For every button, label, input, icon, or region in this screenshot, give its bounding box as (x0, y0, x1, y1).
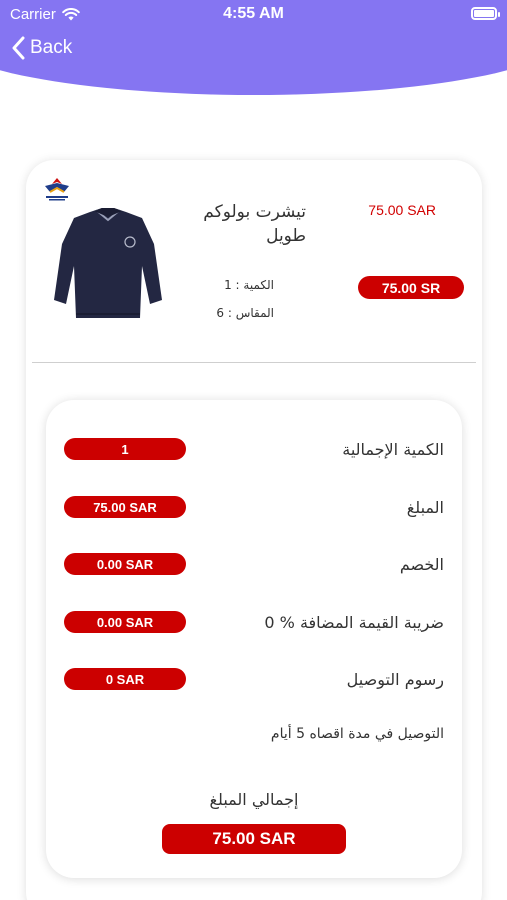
total-label: إجمالي المبلغ (209, 790, 299, 809)
item-quantity: الكمية : 1 (224, 278, 274, 292)
product-image (54, 208, 162, 318)
item-price-badge: 75.00 SR (358, 276, 464, 299)
summary-label: ضريبة القيمة المضافة % 0 (264, 613, 444, 632)
product-name: تيشرت بولوكم طويل (203, 202, 306, 246)
order-summary: الكمية الإجمالية 1 المبلغ 75.00 SAR الخص… (46, 400, 462, 878)
summary-label: رسوم التوصيل (346, 670, 444, 689)
delivery-note: التوصيل في مدة اقصاه 5 أيام (270, 726, 444, 742)
header: Carrier 4:55 AM Back (0, 0, 507, 100)
summary-label: المبلغ (406, 498, 444, 517)
back-button[interactable]: Back (12, 36, 72, 60)
summary-value: 75.00 SAR (64, 496, 186, 518)
summary-value: 1 (64, 438, 186, 460)
summary-label: الخصم (399, 555, 444, 574)
summary-value: 0.00 SAR (64, 553, 186, 575)
summary-row-amount: المبلغ 75.00 SAR (46, 494, 462, 524)
back-label: Back (30, 37, 73, 58)
summary-value: 0 SAR (64, 668, 186, 690)
brand-logo-icon (45, 178, 69, 201)
item-size: المقاس : 6 (216, 306, 274, 320)
chevron-left-icon (12, 36, 25, 60)
summary-value: 0.00 SAR (64, 611, 186, 633)
summary-label: الكمية الإجمالية (342, 440, 444, 459)
item-price: 75.00 SAR (368, 202, 436, 218)
total-amount: 75.00 SAR (162, 824, 346, 854)
summary-row-delivery-fee: رسوم التوصيل 0 SAR (46, 666, 462, 696)
summary-row-total-quantity: الكمية الإجمالية 1 (46, 436, 462, 466)
cart-item[interactable]: 75.00 SAR تيشرت بولوكم طويل 75.00 SR الك… (26, 160, 482, 360)
order-card: 75.00 SAR تيشرت بولوكم طويل 75.00 SR الك… (26, 160, 482, 900)
clock: 4:55 AM (223, 5, 284, 22)
battery-icon (471, 7, 500, 20)
summary-row-discount: الخصم 0.00 SAR (46, 551, 462, 581)
divider (32, 362, 476, 363)
summary-row-vat: ضريبة القيمة المضافة % 0 0.00 SAR (46, 609, 462, 639)
status-bar: Carrier 4:55 AM (0, 0, 507, 28)
